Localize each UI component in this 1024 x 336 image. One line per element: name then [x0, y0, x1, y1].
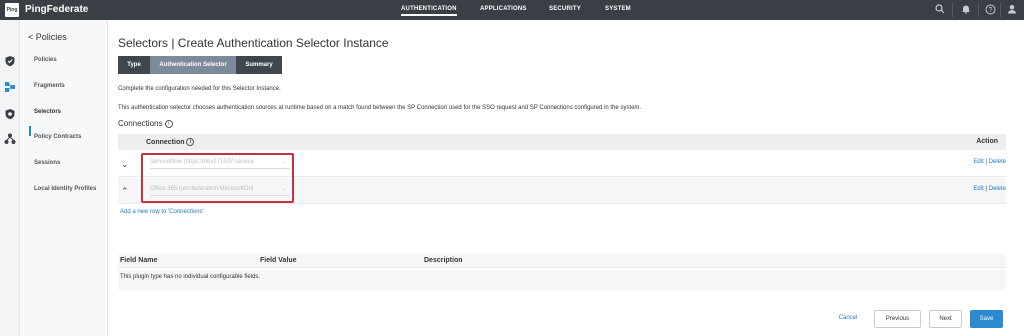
- step-summary[interactable]: Summary: [236, 56, 282, 74]
- column-header-field-name: Field Name: [120, 257, 158, 264]
- hierarchy-icon[interactable]: [4, 132, 16, 144]
- brand-name: PingFederate: [25, 4, 89, 15]
- connections-table-header: Connection i Action: [118, 134, 1006, 150]
- search-icon[interactable]: [934, 4, 946, 16]
- cancel-button[interactable]: Cancel: [836, 310, 860, 328]
- add-row-link[interactable]: Add a new row to 'Connections': [120, 209, 204, 215]
- sidebar-item-fragments[interactable]: Fragments: [34, 83, 65, 89]
- info-icon[interactable]: i: [164, 119, 173, 128]
- column-header-description: Description: [424, 257, 463, 264]
- main-content: Selectors | Create Authentication Select…: [108, 20, 1024, 336]
- previous-button[interactable]: Previous: [874, 310, 921, 328]
- connections-label: Connections i: [118, 119, 173, 128]
- column-header-connection: Connection i: [146, 138, 195, 146]
- edit-link[interactable]: Edit: [973, 159, 983, 165]
- top-bar: Ping PingFederate AUTHENTICATION APPLICA…: [0, 0, 1024, 20]
- delete-link[interactable]: Delete: [989, 186, 1006, 192]
- info-icon[interactable]: i: [186, 138, 195, 146]
- svg-text:?: ?: [988, 7, 992, 14]
- sidebar-item-selectors[interactable]: Selectors: [34, 109, 61, 115]
- divider: [952, 3, 953, 17]
- active-indicator: [29, 126, 31, 136]
- icon-rail: [0, 20, 20, 336]
- save-button[interactable]: Save: [970, 310, 1003, 328]
- divider: [978, 3, 979, 17]
- step-authentication-selector[interactable]: Authentication Selector: [150, 56, 236, 74]
- page-title: Selectors | Create Authentication Select…: [118, 36, 389, 50]
- fields-empty-row: This plugin type has no individual confi…: [118, 270, 1006, 290]
- sidebar-item-policies[interactable]: Policies: [34, 57, 57, 63]
- shield-check-icon[interactable]: [4, 54, 16, 67]
- back-to-policies-link[interactable]: < Policies: [28, 32, 67, 42]
- column-header-action: Action: [976, 138, 998, 145]
- connections-label-text: Connections: [118, 119, 163, 128]
- step-type[interactable]: Type: [118, 56, 150, 74]
- nav-authentication[interactable]: AUTHENTICATION: [401, 6, 457, 16]
- nav-applications[interactable]: APPLICATIONS: [480, 6, 527, 12]
- help-icon[interactable]: ?: [984, 4, 996, 16]
- row-actions: Edit | Delete: [973, 159, 1006, 165]
- user-icon[interactable]: [1006, 4, 1018, 16]
- nav-security[interactable]: SECURITY: [549, 6, 581, 12]
- side-nav: < Policies Policies Fragments Selectors …: [20, 20, 108, 336]
- no-fields-message: This plugin type has no individual confi…: [120, 274, 261, 280]
- description-detail: This authentication selector chooses aut…: [118, 105, 642, 111]
- divider: [1000, 3, 1001, 17]
- ping-logo: Ping: [5, 3, 19, 17]
- sidebar-item-local-identity-profiles[interactable]: Local Identity Profiles: [34, 186, 96, 192]
- column-header-field-value: Field Value: [260, 257, 297, 264]
- bell-icon[interactable]: [960, 4, 972, 16]
- action-separator: |: [985, 186, 987, 192]
- column-header-connection-text: Connection: [146, 138, 185, 146]
- chevron-down-icon[interactable]: ⌄: [121, 159, 129, 170]
- description-intro: Complete the configuration needed for th…: [118, 86, 281, 92]
- action-separator: |: [985, 159, 987, 165]
- fields-table-header: Field Name Field Value Description: [118, 254, 1006, 268]
- chevron-up-icon[interactable]: ⌃: [121, 186, 129, 197]
- network-icon[interactable]: [4, 80, 16, 92]
- row-actions: Edit | Delete: [973, 186, 1006, 192]
- next-button[interactable]: Next: [929, 310, 962, 328]
- nav-system[interactable]: SYSTEM: [605, 6, 631, 12]
- sidebar-item-policy-contracts[interactable]: Policy Contracts: [34, 134, 81, 140]
- highlight-box: [141, 153, 294, 203]
- edit-link[interactable]: Edit: [973, 186, 983, 192]
- sidebar-item-sessions[interactable]: Sessions: [34, 160, 60, 166]
- shield-icon[interactable]: [4, 107, 16, 120]
- delete-link[interactable]: Delete: [989, 159, 1006, 165]
